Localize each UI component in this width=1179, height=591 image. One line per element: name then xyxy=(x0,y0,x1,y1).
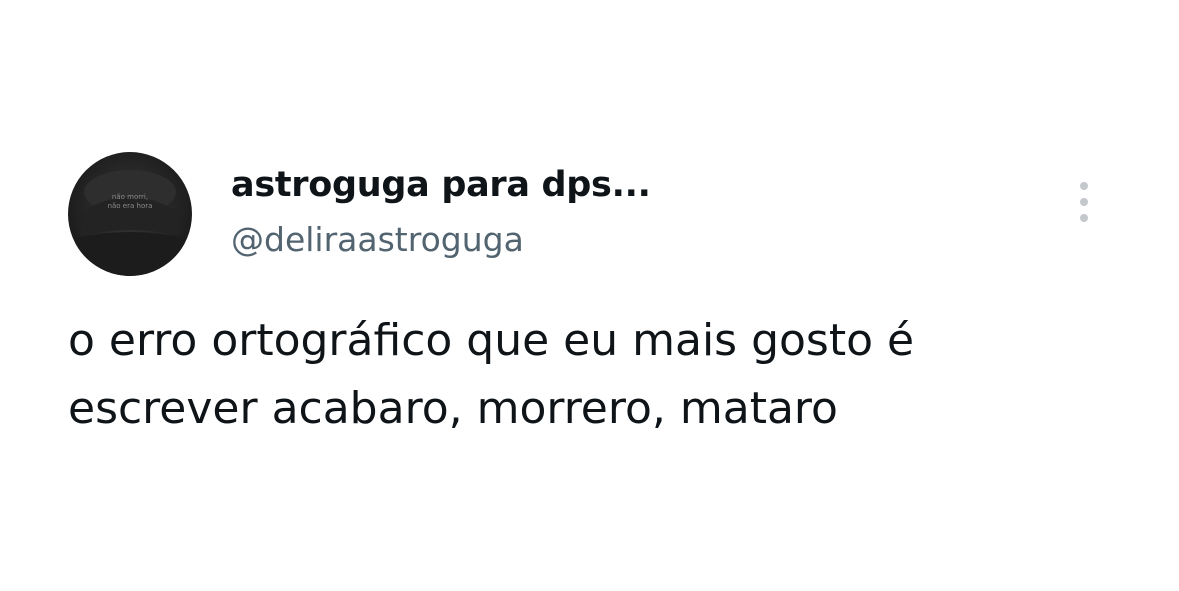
vertical-ellipsis-icon xyxy=(1080,214,1088,222)
more-options-button[interactable] xyxy=(1068,178,1100,226)
avatar-caption-line1: não morri, xyxy=(112,193,148,201)
tweet-text-line: o erro ortográfico que eu mais gosto é xyxy=(68,315,915,366)
author-handle[interactable]: @deliraastroguga xyxy=(231,219,524,261)
vertical-ellipsis-icon xyxy=(1080,182,1088,190)
tweet-text: o erro ortográfico que eu mais gosto é e… xyxy=(68,307,1108,443)
vertical-ellipsis-icon xyxy=(1080,198,1088,206)
tweet-card: não morri, não era hora astroguga para d… xyxy=(0,0,1179,591)
avatar-caption-line2: não era hora xyxy=(108,202,153,210)
author-display-name[interactable]: astroguga para dps... xyxy=(231,163,651,207)
tweet-text-line: escrever acabaro, morrero, mataro xyxy=(68,383,838,434)
avatar-photo: não morri, não era hora xyxy=(68,170,192,276)
avatar[interactable]: não morri, não era hora xyxy=(68,152,192,276)
